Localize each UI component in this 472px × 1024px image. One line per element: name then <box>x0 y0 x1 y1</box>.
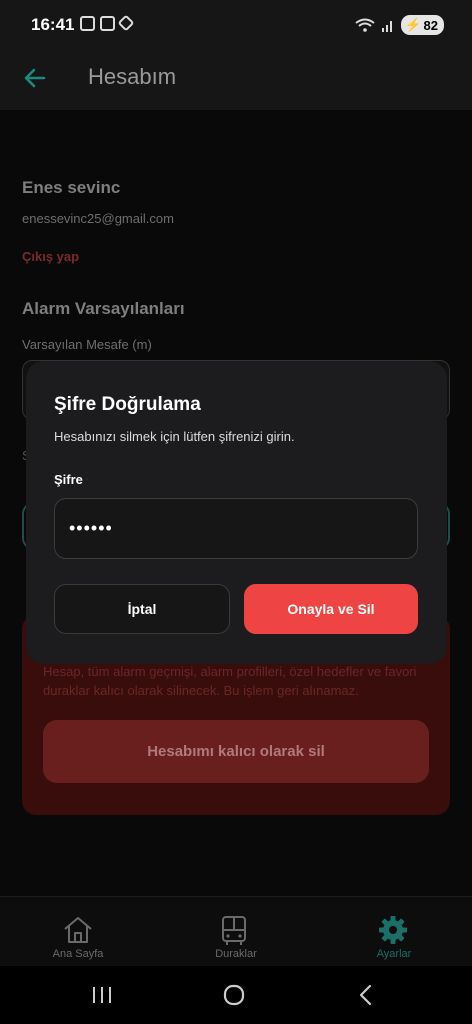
home-icon <box>64 917 92 943</box>
app-bar: Hesabım <box>0 50 472 110</box>
confirm-delete-button[interactable]: Onayla ve Sil <box>244 584 418 634</box>
cancel-button[interactable]: İptal <box>54 584 230 634</box>
nav-label-settings: Ayarlar <box>376 948 412 960</box>
back-button-icon[interactable] <box>356 983 376 1007</box>
screenshot-icon <box>80 16 95 31</box>
wifi-icon <box>355 18 375 32</box>
app-icon <box>117 14 135 32</box>
mail-icon <box>100 16 115 31</box>
battery-indicator: ⚡ 82 <box>401 15 444 35</box>
danger-description: Hesap, tüm alarm geçmişi, alarm profille… <box>43 664 417 698</box>
alarm-defaults-title: Alarm Varsayılanları <box>22 299 185 318</box>
status-time: 16:41 <box>31 15 75 34</box>
user-email: enessevinc25@gmail.com <box>22 211 174 226</box>
notification-icons <box>80 14 135 32</box>
delete-account-button[interactable]: Hesabımı kalıcı olarak sil <box>43 720 429 783</box>
nav-item-settings[interactable]: Ayarlar <box>334 897 454 967</box>
default-distance-label: Varsayılan Mesafe (m) <box>22 337 152 352</box>
battery-level: 82 <box>423 17 438 33</box>
system-nav-bar <box>0 966 472 1024</box>
user-name: Enes sevinc <box>22 178 121 197</box>
password-verify-dialog: Şifre Doğrulama Hesabınızı silmek için l… <box>26 361 447 664</box>
logout-link[interactable]: Çıkış yap <box>22 249 79 264</box>
gear-icon <box>379 916 407 944</box>
bus-icon <box>222 916 246 945</box>
home-button-icon[interactable] <box>222 983 246 1007</box>
nav-item-home[interactable]: Ana Sayfa <box>18 897 138 967</box>
dialog-description: Hesabınızı silmek için lütfen şifrenizi … <box>54 429 295 444</box>
status-bar: 16:41 ⚡ 82 <box>0 0 472 50</box>
nav-item-stops[interactable]: Duraklar <box>176 897 296 967</box>
nav-label-stops: Duraklar <box>215 948 257 960</box>
signal-icon <box>382 21 393 32</box>
recent-apps-icon[interactable] <box>90 984 114 1006</box>
password-label: Şifre <box>54 472 83 487</box>
page-title: Hesabım <box>88 64 177 89</box>
charging-icon: ⚡ <box>405 17 422 32</box>
bottom-nav: Ana Sayfa Duraklar Ayarlar <box>0 896 472 966</box>
nav-label-home: Ana Sayfa <box>52 948 104 960</box>
status-right: ⚡ 82 <box>355 15 444 35</box>
dialog-title: Şifre Doğrulama <box>54 394 201 415</box>
back-arrow-icon[interactable] <box>20 62 52 94</box>
password-input[interactable] <box>54 498 418 559</box>
